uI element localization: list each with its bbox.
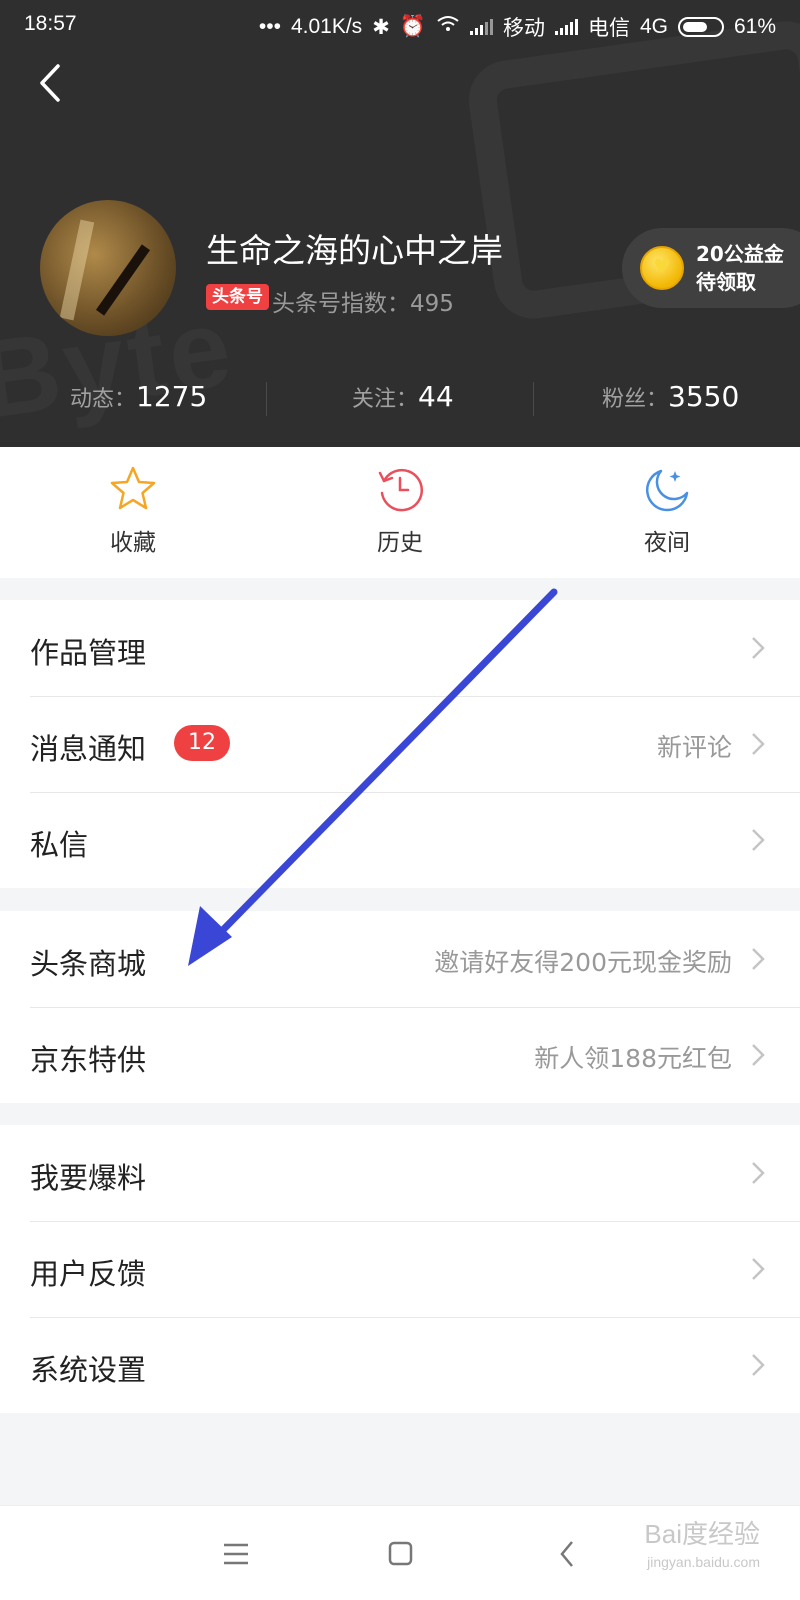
stat-value: 44: [418, 380, 454, 413]
menu-value: 新评论: [656, 733, 732, 762]
carrier-2: 电信: [587, 17, 630, 40]
stat-followers[interactable]: 粉丝：3550: [602, 380, 739, 413]
signal-icon-1: [469, 19, 493, 35]
watermark-url: jingyan.baidu.com: [647, 1554, 760, 1570]
menu-value: 邀请好友得200元现金奖励: [434, 948, 732, 977]
menu-label: 作品管理: [30, 636, 147, 670]
chevron-right-icon: [752, 1044, 765, 1066]
wifi-icon: [436, 15, 460, 39]
network-speed: 4.01K/s: [290, 15, 363, 38]
stat-label: 动态：: [70, 387, 137, 412]
night-mode-label: 夜间: [644, 530, 690, 556]
stat-divider: [266, 382, 267, 416]
back-nav-button[interactable]: [548, 1536, 588, 1572]
stat-value: 1275: [136, 380, 208, 413]
baidu-jingyan-watermark: Bai度经验 jingyan.baidu.com: [644, 1520, 760, 1576]
menu-label: 系统设置: [30, 1353, 147, 1387]
battery-icon: [677, 17, 724, 37]
status-bar: 18:57 ••• 4.01K/s ✱ ⏰ 移动 电信 4G 61%: [0, 0, 800, 50]
menu-label: 私信: [30, 828, 89, 862]
chevron-right-icon: [752, 829, 765, 851]
chevron-right-icon: [752, 1162, 765, 1184]
menu-item-messages[interactable]: 私信: [0, 792, 800, 888]
carrier-1: 移动: [502, 17, 545, 40]
back-triangle-icon: [560, 1541, 573, 1567]
night-mode-button[interactable]: 夜间: [607, 463, 727, 557]
square-home-icon: [388, 1541, 413, 1566]
back-arrow-icon: [40, 64, 60, 102]
star-icon: [110, 466, 156, 510]
stat-value: 3550: [668, 380, 740, 413]
status-indicators: ••• 4.01K/s ✱ ⏰ 移动 电信 4G 61%: [259, 12, 776, 42]
stat-label: 关注：: [352, 387, 419, 412]
profile-header: Byte 18:57 ••• 4.01K/s ✱ ⏰ 移动 电信 4G 61% …: [0, 0, 800, 447]
menu-label: 头条商城: [30, 947, 147, 981]
toutiao-tag-badge: 头条号: [206, 284, 269, 310]
menu-label: 消息通知: [30, 732, 147, 766]
history-label: 历史: [377, 530, 423, 556]
menu-item-notifications[interactable]: 消息通知 12 新评论: [0, 696, 800, 792]
home-nav-button[interactable]: [380, 1536, 420, 1572]
stat-label: 粉丝：: [602, 387, 669, 412]
stat-divider: [533, 382, 534, 416]
coin-icon: [640, 246, 684, 290]
chevron-right-icon: [752, 1354, 765, 1376]
username[interactable]: 生命之海的心中之岸: [206, 224, 503, 272]
signal-icon-2: [554, 19, 578, 35]
menu-item-settings[interactable]: 系统设置: [0, 1317, 800, 1413]
toutiao-index: 头条号指数：495: [272, 291, 454, 317]
chevron-right-icon: [752, 948, 765, 970]
favorites-button[interactable]: 收藏: [73, 463, 193, 557]
stat-posts[interactable]: 动态：1275: [70, 380, 207, 413]
history-icon: [378, 468, 423, 512]
menu-item-report-news[interactable]: 我要爆料: [0, 1125, 800, 1221]
menu-nav-button[interactable]: [216, 1536, 256, 1572]
menu-group-1: 作品管理 消息通知 12 新评论 私信: [0, 600, 800, 888]
coin-amount: 20公益金: [696, 242, 784, 266]
status-dots: •••: [258, 15, 281, 38]
menu-group-3: 我要爆料 用户反馈 系统设置: [0, 1125, 800, 1413]
quick-actions: 收藏 历史 夜间: [0, 447, 800, 578]
watermark-brand: Bai度经验: [644, 1519, 760, 1549]
charity-coin-button[interactable]: 20公益金 待领取: [622, 228, 800, 308]
moon-icon: [645, 469, 689, 512]
stat-following[interactable]: 关注：44: [352, 380, 454, 413]
history-button[interactable]: 历史: [340, 463, 460, 557]
menu-label: 京东特供: [30, 1043, 147, 1077]
menu-label: 用户反馈: [30, 1257, 147, 1291]
alarm-icon: ⏰: [399, 15, 426, 38]
menu-value: 新人领188元红包: [534, 1044, 732, 1073]
bluetooth-icon: ✱: [372, 15, 390, 39]
network-type: 4G: [639, 15, 668, 38]
status-time: 18:57: [24, 12, 77, 35]
back-button[interactable]: [30, 58, 74, 108]
favorites-label: 收藏: [110, 530, 156, 556]
coin-status: 待领取: [696, 270, 756, 294]
menu-item-works[interactable]: 作品管理: [0, 600, 800, 696]
menu-label: 我要爆料: [30, 1161, 147, 1195]
avatar[interactable]: [40, 200, 176, 336]
menu-group-2: 头条商城 邀请好友得200元现金奖励 京东特供 新人领188元红包: [0, 911, 800, 1103]
battery-percent: 61%: [733, 15, 776, 38]
menu-item-jd-special[interactable]: 京东特供 新人领188元红包: [0, 1007, 800, 1103]
menu-item-mall[interactable]: 头条商城 邀请好友得200元现金奖励: [0, 911, 800, 1007]
chevron-right-icon: [752, 1258, 765, 1280]
hamburger-icon: [224, 1543, 248, 1565]
menu-item-feedback[interactable]: 用户反馈: [0, 1221, 800, 1317]
notification-count-badge: 12: [174, 725, 230, 761]
chevron-right-icon: [752, 637, 765, 659]
chevron-right-icon: [752, 733, 765, 755]
coin-text: 20公益金 待领取: [696, 240, 784, 296]
